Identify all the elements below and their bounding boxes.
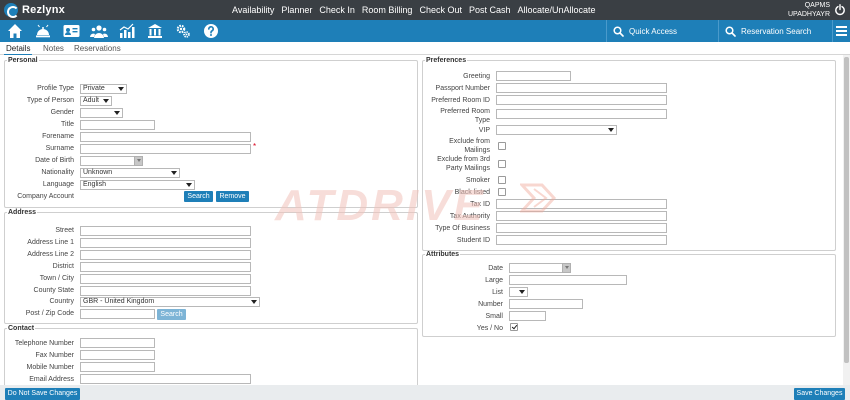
nav-check-in[interactable]: Check In (319, 5, 355, 15)
mobile-label: Mobile Number (26, 364, 74, 371)
student-id-label: Student ID (456, 237, 490, 244)
attr-small-input[interactable] (509, 311, 546, 321)
profile-content: Personal Profile Type Private Type of Pe… (0, 55, 850, 385)
exclude-mailings-checkbox[interactable] (498, 142, 506, 150)
content-scrollbar[interactable] (843, 55, 850, 385)
nav-check-out[interactable]: Check Out (419, 5, 462, 15)
address-line2-input[interactable] (80, 250, 251, 260)
student-id-input[interactable] (496, 235, 667, 245)
personal-legend: Personal (8, 57, 38, 64)
help-icon[interactable] (202, 22, 220, 40)
settings-gears-icon[interactable] (174, 22, 192, 40)
blacklisted-checkbox[interactable] (498, 188, 506, 196)
vip-select[interactable] (496, 125, 617, 135)
user-info: QAPMS UPADHYAYR (788, 0, 830, 19)
profile-card-icon[interactable] (62, 22, 80, 40)
top-bar: Rezlynx Availability Planner Check In Ro… (0, 0, 850, 20)
greeting-label: Greeting (463, 73, 490, 80)
scrollbar-thumb[interactable] (844, 57, 849, 363)
toolbar-icons (6, 22, 220, 40)
pref-room-id-input[interactable] (496, 95, 667, 105)
home-icon[interactable] (6, 22, 24, 40)
exclude-3rd-party-label-1: Exclude from 3rd (437, 156, 490, 163)
email-label: Email Address (29, 376, 74, 383)
group-icon[interactable] (90, 22, 108, 40)
exclude-3rd-party-checkbox[interactable] (498, 160, 506, 168)
attr-number-label: Number (478, 301, 503, 308)
reservation-search-label: Reservation Search (741, 26, 812, 36)
pref-room-type-label-2: Type (474, 117, 490, 124)
save-changes-button[interactable]: Save Changes (794, 388, 845, 400)
attr-large-label: Large (485, 277, 503, 284)
passport-input[interactable] (496, 83, 667, 93)
attr-date-label: Date (488, 265, 503, 272)
attributes-legend: Attributes (426, 251, 460, 258)
search-icon (613, 25, 624, 37)
fax-label: Fax Number (35, 352, 74, 359)
nav-availability[interactable]: Availability (232, 5, 274, 15)
attr-yesno-label: Yes / No (476, 325, 503, 332)
quick-access-button[interactable]: Quick Access (606, 20, 718, 42)
nav-room-billing[interactable]: Room Billing (362, 5, 413, 15)
exclude-3rd-party-label-2: Party Mailings (446, 165, 490, 172)
app-name: Rezlynx (22, 4, 65, 16)
pref-room-id-label: Preferred Room ID (431, 97, 490, 104)
rezlynx-logo-icon (4, 3, 19, 18)
attr-date-input[interactable] (509, 263, 571, 273)
address-line2-label: Address Line 2 (27, 251, 74, 258)
main-nav: Availability Planner Check In Room Billi… (232, 0, 596, 20)
toolbar: Quick Access Reservation Search (0, 20, 850, 42)
preferences-legend: Preferences (426, 57, 467, 64)
vip-label: VIP (478, 127, 490, 134)
chart-icon[interactable] (118, 22, 136, 40)
profile-tabs: Details Notes Reservations (0, 42, 850, 56)
mobile-input[interactable] (80, 362, 155, 372)
attr-small-label: Small (485, 313, 503, 320)
tab-notes[interactable]: Notes (41, 43, 66, 54)
greeting-input[interactable] (496, 71, 571, 81)
exclude-mailings-label-1: Exclude from (449, 138, 490, 145)
attr-date-picker-button[interactable] (562, 263, 571, 273)
attr-large-input[interactable] (509, 275, 627, 285)
brand[interactable]: Rezlynx (4, 2, 65, 18)
quick-access-label: Quick Access (629, 26, 678, 36)
user-property: QAPMS (804, 2, 830, 9)
attr-list-label: List (492, 289, 503, 296)
nav-planner[interactable]: Planner (281, 5, 312, 15)
hamburger-menu-icon[interactable] (832, 20, 850, 42)
nav-allocate[interactable]: Allocate/UnAllocate (518, 5, 596, 15)
tab-reservations[interactable]: Reservations (72, 43, 123, 54)
do-not-save-button[interactable]: Do Not Save Changes (5, 388, 80, 400)
fax-input[interactable] (80, 350, 155, 360)
search-icon (725, 25, 736, 37)
attr-number-input[interactable] (509, 299, 583, 309)
nav-post-cash[interactable]: Post Cash (469, 5, 511, 15)
exclude-mailings-label-2: Mailings (464, 147, 490, 154)
passport-label: Passport Number (435, 85, 490, 92)
type-of-business-input[interactable] (496, 223, 667, 233)
bank-icon[interactable] (146, 22, 164, 40)
watermark-chevron-icon (520, 183, 557, 213)
power-icon[interactable] (834, 4, 846, 16)
smoker-checkbox[interactable] (498, 176, 506, 184)
email-input[interactable] (80, 374, 251, 384)
pref-room-type-input[interactable] (496, 109, 667, 119)
attr-yesno-checkbox[interactable] (510, 323, 518, 331)
footer-bar: Do Not Save Changes Save Changes (0, 385, 850, 400)
pref-room-type-label-1: Preferred Room (440, 108, 490, 115)
user-name: UPADHYAYR (788, 11, 831, 18)
reservation-search-button[interactable]: Reservation Search (718, 20, 832, 42)
concierge-bell-icon[interactable] (34, 22, 52, 40)
watermark: ATDRIVE (275, 181, 486, 230)
telephone-label: Telephone Number (14, 340, 74, 347)
attr-list-select[interactable] (509, 287, 528, 297)
telephone-input[interactable] (80, 338, 155, 348)
